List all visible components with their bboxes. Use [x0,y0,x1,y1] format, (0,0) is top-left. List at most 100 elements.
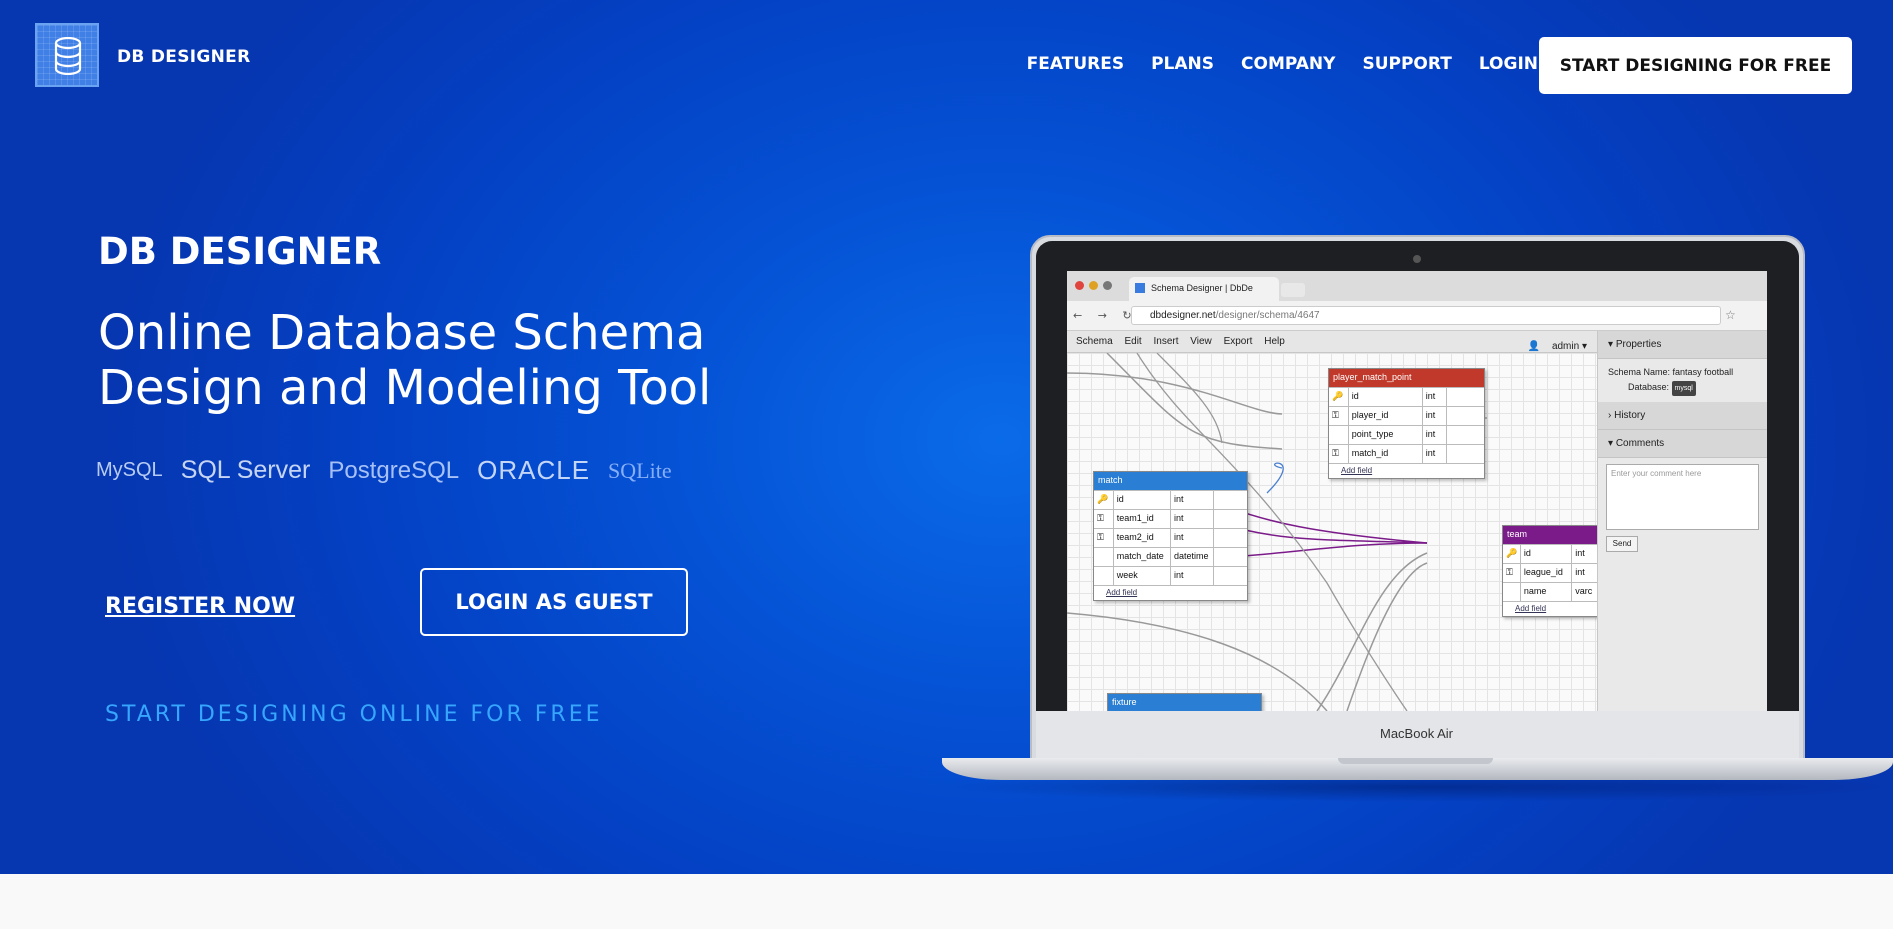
nav-plans[interactable]: PLANS [1151,54,1214,74]
hero-section: DB DESIGNER FEATURES PLANS COMPANY SUPPO… [0,0,1893,874]
field-name: match_date [1114,548,1171,566]
hero-subtitle-line1: Online Database Schema [98,305,706,361]
url-field: dbdesigner.net/designer/schema/4647 [1131,306,1721,325]
menu-export: Export [1223,336,1253,347]
field-type: int [1171,529,1215,547]
table-row: match_date datetime [1094,547,1247,566]
database-label: Database: [1628,382,1670,392]
menu-help: Help [1264,336,1285,347]
table-row: ⚿ match_id int [1329,444,1484,463]
hero-title: DB DESIGNER [98,230,382,273]
browser-urlbar: ← → ↻ dbdesigner.net/designer/schema/464… [1067,301,1767,331]
url-path: /designer/schema/4647 [1215,310,1320,321]
browser-tabbar: Schema Designer | DbDe [1067,271,1767,301]
schema-name-label: Schema Name: [1608,367,1671,377]
register-now-link[interactable]: REGISTER NOW [105,594,295,619]
field-type: int [1171,567,1215,585]
nav-support[interactable]: SUPPORT [1362,54,1451,74]
panel-history-header: › History [1598,402,1767,430]
add-field-link: Add field [1329,463,1484,478]
field-name: team1_id [1114,510,1171,528]
table-match: match 🔑 id int ⚿ team1_id int ⚿ team2_id int m… [1093,471,1248,601]
free-tagline: START DESIGNING ONLINE FOR FREE [105,702,603,727]
mysql-logo: MySQL [96,459,163,481]
field-type: int [1171,491,1215,509]
panel-comments-header: ▾ Comments [1598,430,1767,458]
table-row: ⚿ player_id int [1329,406,1484,425]
menu-edit: Edit [1124,336,1142,347]
field-type: varc [1575,586,1593,596]
start-designing-button[interactable]: START DESIGNING FOR FREE [1539,37,1852,94]
schema-name-value: fantasy football [1672,367,1734,377]
table-row: ⚿ league_id int [1503,563,1597,582]
properties-panel: ▾ Properties Schema Name: fantasy footba… [1597,331,1767,711]
new-tab-icon [1281,283,1305,297]
close-dot-icon [1075,281,1084,290]
bookmark-star-icon: ☆ [1725,308,1736,322]
laptop-screen: Schema Designer | DbDe ← → ↻ dbdesigner.… [1067,271,1767,711]
field-type: int [1423,388,1448,406]
camera-icon [1413,255,1421,263]
field-type: int [1423,426,1448,444]
sqlite-logo: SQLite [608,457,672,483]
field-type: int [1575,548,1585,558]
field-type: int [1171,510,1215,528]
table-header: match [1094,472,1247,490]
menu-insert: Insert [1153,336,1179,347]
brand-name[interactable]: DB DESIGNER [117,47,250,67]
browser-tab-title: Schema Designer | DbDe [1151,283,1253,293]
table-row: 🔑 id int [1503,544,1597,563]
table-row: ⚿ team1_id int [1094,509,1247,528]
field-name: week [1114,567,1171,585]
panel-properties-header: ▾ Properties [1598,331,1767,359]
nav-company[interactable]: COMPANY [1241,54,1335,74]
field-type: int [1423,445,1448,463]
hero-subtitle-line2: Design and Modeling Tool [98,360,712,416]
app-menubar: Schema Edit Insert View Export Help 👤 ad… [1067,331,1597,353]
field-name: point_type [1349,426,1423,444]
table-row: name varc [1503,582,1597,601]
database-value: mysql [1671,381,1696,396]
login-as-guest-button[interactable]: LOGIN AS GUEST [420,568,688,636]
favicon-icon [1135,283,1145,293]
panel-history-label: History [1614,410,1646,421]
menu-user: 👤 admin ▾ [1527,341,1587,352]
send-button: Send [1606,536,1638,552]
menu-schema: Schema [1076,336,1113,347]
maximize-dot-icon [1103,281,1112,290]
nav-features[interactable]: FEATURES [1027,54,1124,74]
table-row: ⚿ team2_id int [1094,528,1247,547]
menu-user-name: admin [1551,341,1580,352]
field-name: match_id [1349,445,1423,463]
nav-arrows-icon: ← → ↻ [1073,309,1138,322]
laptop-model-label: MacBook Air [1380,726,1453,741]
browser-tab: Schema Designer | DbDe [1129,277,1279,301]
table-row: 🔑 id int [1094,490,1247,509]
field-type: int [1423,407,1448,425]
field-name: team2_id [1114,529,1171,547]
field-type: datetime [1171,548,1215,566]
add-field-link: Add field [1094,585,1247,600]
panel-properties-label: Properties [1615,339,1662,350]
add-field-link: Add field [1503,601,1597,616]
field-name: id [1114,491,1171,509]
logo-icon[interactable] [35,23,99,87]
table-row: point_type int [1329,425,1484,444]
postgresql-logo: PostgreSQL [328,456,460,484]
table-row: 🔑 id int [1329,387,1484,406]
sqlserver-logo: SQL Server [180,456,311,484]
nav-login[interactable]: LOGIN [1479,54,1538,74]
table-row: week int [1094,566,1247,585]
field-name: league_id [1521,564,1573,582]
table-player-match-point: player_match_point 🔑 id int ⚿ player_id int … [1328,368,1485,479]
table-team: team 🔑 id int ⚿ league_id int name varc Add f… [1502,525,1597,617]
comment-textarea: Enter your comment here [1606,464,1759,530]
field-type: int [1575,567,1585,577]
field-name: id [1521,545,1573,563]
footer-strip [0,874,1893,929]
panel-comments-label: Comments [1615,438,1665,449]
oracle-logo: ORACLE [477,455,591,485]
database-logos: MySQL SQL Server PostgreSQL ORACLE SQLit… [96,455,672,486]
url-host: dbdesigner.net [1150,310,1216,321]
field-name: name [1521,583,1573,601]
